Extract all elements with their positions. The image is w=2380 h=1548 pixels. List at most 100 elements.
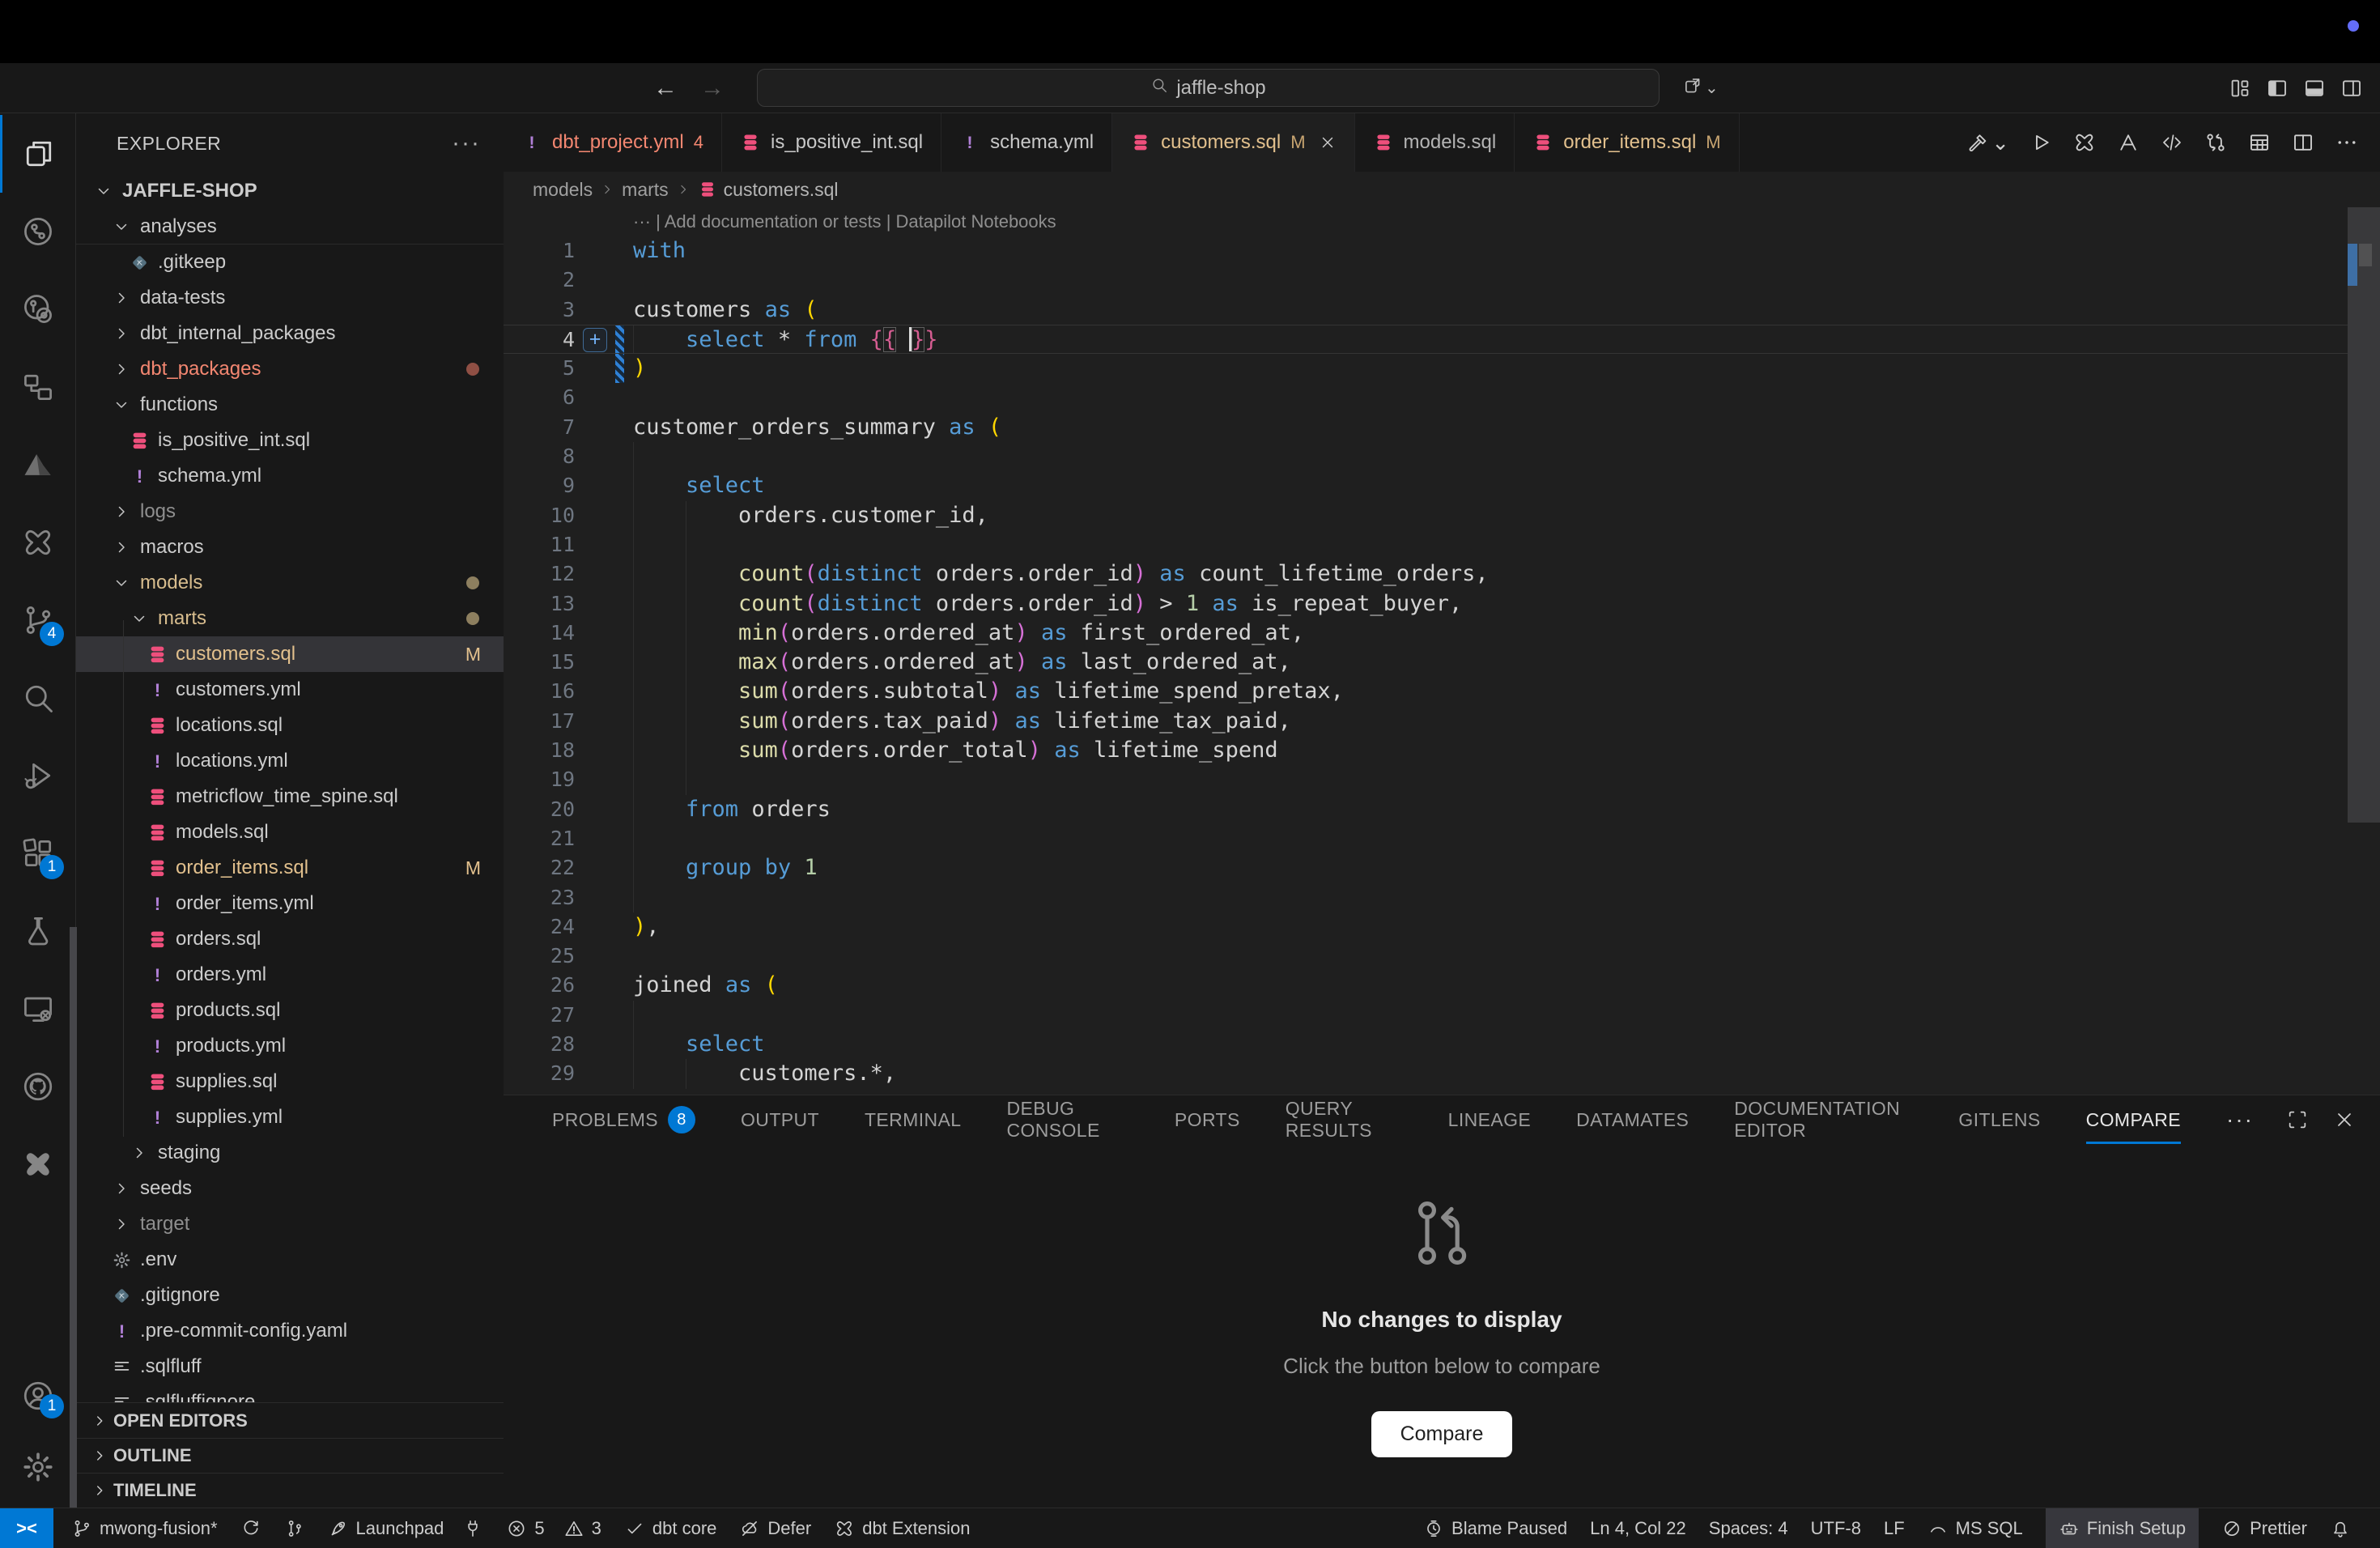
tree-file-.sqlfluffignore[interactable]: .sqlfluffignore <box>76 1384 504 1402</box>
status-encoding[interactable]: UTF-8 <box>1811 1518 1861 1539</box>
breadcrumb-marts[interactable]: marts <box>622 179 669 201</box>
tree-file-orders.yml[interactable]: !orders.yml <box>76 957 504 993</box>
code-line-13[interactable]: 13 count(distinct orders.order_id) > 1 a… <box>504 589 2380 619</box>
panel-tab-documentation-editor[interactable]: DOCUMENTATION EDITOR <box>1734 1095 1913 1144</box>
activity-dbt-power-user[interactable] <box>0 504 75 581</box>
tree-file-customers.yml[interactable]: !customers.yml <box>76 672 504 708</box>
editor-scrollbar[interactable] <box>2348 207 2380 823</box>
tree-file-order_items.yml[interactable]: !order_items.yml <box>76 886 504 921</box>
codelens-row[interactable]: ··· | Add documentation or tests | Datap… <box>504 207 2380 236</box>
code-line-14[interactable]: 14 min(orders.ordered_at) as first_order… <box>504 619 2380 648</box>
code-line-18[interactable]: 18 sum(orders.order_total) as lifetime_s… <box>504 736 2380 765</box>
tree-file-.env[interactable]: .env <box>76 1242 504 1278</box>
code-line-22[interactable]: 22 group by 1 <box>504 853 2380 882</box>
dbt-build-button[interactable]: ⌄ <box>1966 130 2009 155</box>
gutter-add-button[interactable]: + <box>583 328 607 352</box>
tree-file-orders.sql[interactable]: orders.sql <box>76 921 504 957</box>
tree-file-products.yml[interactable]: !products.yml <box>76 1028 504 1064</box>
tree-folder-dbt_packages[interactable]: dbt_packages <box>76 351 504 387</box>
code-line-28[interactable]: 28 select <box>504 1030 2380 1059</box>
nav-forward-button[interactable]: → <box>695 74 730 102</box>
activity-explorer[interactable] <box>0 115 75 193</box>
activity-remote-explorer[interactable] <box>0 970 75 1048</box>
activity-datapilot[interactable] <box>0 426 75 504</box>
tab-customers.sql[interactable]: customers.sqlM <box>1112 113 1354 172</box>
panel-tab-gitlens[interactable]: GITLENS <box>1958 1095 2040 1144</box>
dbt-power-user-button[interactable] <box>2072 130 2097 155</box>
tree-file-schema.yml[interactable]: !schema.yml <box>76 458 504 494</box>
code-line-15[interactable]: 15 max(orders.ordered_at) as last_ordere… <box>504 648 2380 677</box>
code-line-4[interactable]: 4+ select * from {{ }} <box>504 325 2380 354</box>
code-line-25[interactable]: 25 <box>504 942 2380 971</box>
code-line-17[interactable]: 17 sum(orders.tax_paid) as lifetime_tax_… <box>504 707 2380 736</box>
status-eol[interactable]: LF <box>1884 1518 1905 1539</box>
code-line-27[interactable]: 27 <box>504 1001 2380 1030</box>
activity-settings[interactable] <box>0 1431 75 1503</box>
status-launchpad[interactable]: Launchpad <box>328 1518 484 1539</box>
git-compare-button[interactable] <box>2204 130 2228 155</box>
panel-tab-ports[interactable]: PORTS <box>1175 1095 1240 1144</box>
tree-folder-logs[interactable]: logs <box>76 494 504 529</box>
tab-order_items.sql[interactable]: order_items.sqlM <box>1515 113 1739 172</box>
code-line-7[interactable]: 7customer_orders_summary as ( <box>504 413 2380 442</box>
status-git-branch[interactable]: mwong-fusion* <box>71 1518 218 1539</box>
panel-tab-debug-console[interactable]: DEBUG CONSOLE <box>1006 1095 1128 1144</box>
status-prettier[interactable]: Prettier <box>2221 1518 2307 1539</box>
activity-extensions[interactable]: 1 <box>0 814 75 892</box>
code-line-1[interactable]: 1with <box>504 236 2380 266</box>
tree-folder-data-tests[interactable]: data-tests <box>76 280 504 316</box>
activity-git-graph[interactable] <box>0 193 75 270</box>
status-finish-setup[interactable]: Finish Setup <box>2046 1508 2199 1548</box>
status-dbt-extension[interactable]: dbt Extension <box>834 1518 970 1539</box>
status-indentation[interactable]: Spaces: 4 <box>1709 1518 1788 1539</box>
code-line-23[interactable]: 23 <box>504 883 2380 912</box>
panel-tab-lineage[interactable]: LINEAGE <box>1448 1095 1532 1144</box>
tree-folder-marts[interactable]: marts <box>76 601 504 636</box>
tree-folder-target[interactable]: target <box>76 1206 504 1242</box>
code-line-8[interactable]: 8 <box>504 442 2380 471</box>
run-query-button[interactable] <box>2029 130 2053 155</box>
code-line-24[interactable]: 24), <box>504 912 2380 942</box>
activity-source-control[interactable]: 4 <box>0 581 75 659</box>
tree-file-supplies.yml[interactable]: !supplies.yml <box>76 1099 504 1135</box>
layout-customize-button[interactable] <box>2228 76 2252 100</box>
status-worktree[interactable] <box>284 1518 305 1539</box>
tab-models.sql[interactable]: models.sql <box>1355 113 1515 172</box>
panel-tab-query-results[interactable]: QUERY RESULTS <box>1286 1095 1403 1144</box>
status-sync[interactable] <box>240 1518 261 1539</box>
tree-folder-dbt_internal_packages[interactable]: dbt_internal_packages <box>76 316 504 351</box>
code-line-19[interactable]: 19 <box>504 765 2380 794</box>
tree-folder-JAFFLE-SHOP[interactable]: JAFFLE-SHOP <box>76 173 504 209</box>
layout-right-button[interactable] <box>2340 76 2364 100</box>
tab-is_positive_int.sql[interactable]: is_positive_int.sql <box>722 113 941 172</box>
status-dbt-core[interactable]: dbt core <box>624 1518 717 1539</box>
sqlfluff-button[interactable] <box>2116 130 2140 155</box>
tree-file-is_positive_int.sql[interactable]: is_positive_int.sql <box>76 423 504 458</box>
tree-file-supplies.sql[interactable]: supplies.sql <box>76 1064 504 1099</box>
remote-indicator[interactable]: >< <box>0 1508 53 1548</box>
activity-github[interactable] <box>0 1048 75 1125</box>
breadcrumb[interactable]: modelsmartscustomers.sql <box>504 172 2380 207</box>
breadcrumb-file[interactable]: customers.sql <box>698 179 839 201</box>
tree-folder-functions[interactable]: functions <box>76 387 504 423</box>
code-line-26[interactable]: 26joined as ( <box>504 971 2380 1000</box>
tree-file-locations.sql[interactable]: locations.sql <box>76 708 504 743</box>
panel-tab-problems[interactable]: PROBLEMS8 <box>552 1095 695 1144</box>
explorer-more-actions[interactable]: ··· <box>452 130 481 157</box>
panel-more-tabs[interactable]: ··· <box>2226 1107 2254 1133</box>
section-open-editors[interactable]: OPEN EDITORS <box>76 1403 504 1438</box>
tree-file-products.sql[interactable]: products.sql <box>76 993 504 1028</box>
command-center-search[interactable]: jaffle-shop <box>757 69 1660 107</box>
more-actions-button[interactable] <box>2335 130 2359 155</box>
codelens-add-docs-link[interactable]: Add documentation or tests <box>665 211 882 232</box>
tree-file-locations.yml[interactable]: !locations.yml <box>76 743 504 779</box>
code-line-5[interactable]: 5) <box>504 354 2380 383</box>
tab-dbt_project.yml[interactable]: !dbt_project.yml4 <box>504 113 722 172</box>
share-button[interactable]: ⌄ <box>1682 75 1719 101</box>
layout-bottom-button[interactable] <box>2302 76 2327 100</box>
compiled-code-button[interactable] <box>2160 130 2184 155</box>
tree-folder-models[interactable]: models <box>76 565 504 601</box>
panel-tab-compare[interactable]: COMPARE <box>2086 1095 2181 1144</box>
tree-file-.sqlfluff[interactable]: .sqlfluff <box>76 1349 504 1384</box>
section-outline[interactable]: OUTLINE <box>76 1438 504 1473</box>
